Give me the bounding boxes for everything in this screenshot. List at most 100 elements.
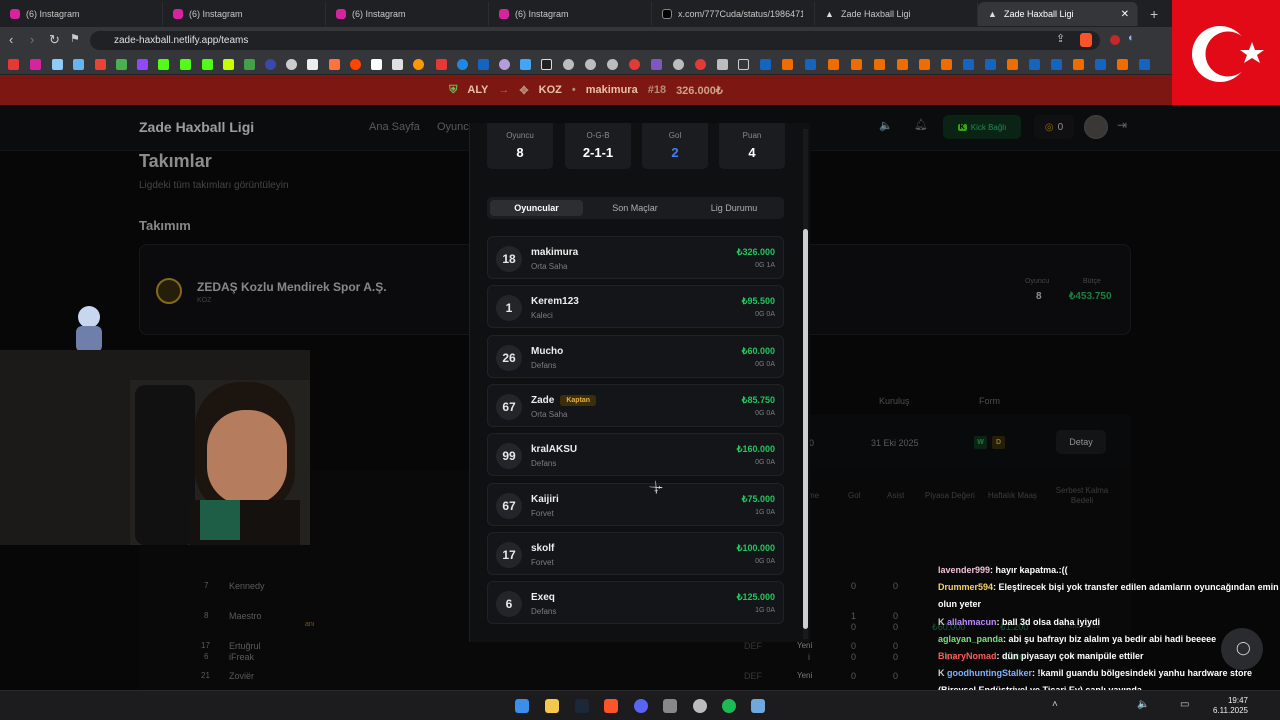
bookmark-icon[interactable] bbox=[782, 59, 793, 70]
bookmark-icon[interactable] bbox=[1007, 59, 1018, 70]
bookmark-icon[interactable] bbox=[30, 59, 41, 70]
bookmark-icon[interactable] bbox=[413, 59, 424, 70]
new-tab-button[interactable]: + bbox=[1140, 2, 1164, 26]
brave-shield-icon[interactable] bbox=[1080, 33, 1092, 47]
bookmark-icon[interactable] bbox=[371, 59, 382, 70]
instagram-icon bbox=[336, 9, 346, 19]
bookmark-icon[interactable] bbox=[520, 59, 531, 70]
browser-tab[interactable]: (6) Instagram bbox=[163, 2, 326, 26]
bookmark-icon[interactable] bbox=[1051, 59, 1062, 70]
bookmark-icon[interactable] bbox=[805, 59, 816, 70]
app-icon[interactable] bbox=[751, 699, 765, 713]
bookmark-icon[interactable] bbox=[563, 59, 574, 70]
bookmark-icon[interactable] bbox=[478, 59, 489, 70]
bookmark-icon[interactable] bbox=[116, 59, 127, 70]
player-card[interactable]: 67 Kaijiri Forvet ₺75.000 1G 0A bbox=[487, 483, 784, 526]
bookmark-icon[interactable] bbox=[158, 59, 169, 70]
player-number: 1 bbox=[496, 295, 522, 321]
bookmark-icon[interactable] bbox=[651, 59, 662, 70]
steam-icon[interactable] bbox=[575, 699, 589, 713]
url-field[interactable]: zade-haxball.netlify.app/teams bbox=[90, 31, 1100, 50]
bookmark-icon[interactable]: ⚑ bbox=[70, 32, 80, 45]
bookmark-icon[interactable] bbox=[985, 59, 996, 70]
chat-bubble-button[interactable]: ◯ bbox=[1221, 628, 1263, 670]
bookmark-icon[interactable] bbox=[350, 59, 361, 70]
browser-tab[interactable]: x.com/777Cuda/status/19864714218 bbox=[652, 2, 815, 26]
browser-tab[interactable]: (6) Instagram bbox=[0, 2, 163, 26]
folder-icon[interactable] bbox=[738, 59, 749, 70]
share-icon[interactable]: ⇪ bbox=[1056, 32, 1065, 45]
bookmark-icon[interactable] bbox=[1117, 59, 1128, 70]
windows-start-icon[interactable] bbox=[515, 699, 529, 713]
bookmark-icon[interactable] bbox=[1139, 59, 1150, 70]
volume-icon[interactable]: 🔈 bbox=[1137, 699, 1149, 710]
bookmark-icon[interactable] bbox=[223, 59, 234, 70]
brave-icon[interactable] bbox=[604, 699, 618, 713]
bookmark-icon[interactable] bbox=[307, 59, 318, 70]
bookmark-icon[interactable] bbox=[874, 59, 885, 70]
bookmark-icon[interactable] bbox=[760, 59, 771, 70]
player-card[interactable]: 1 Kerem123 Kaleci ₺95.500 0G 0A bbox=[487, 285, 784, 328]
player-card[interactable]: 26 Mucho Defans ₺60.000 0G 0A bbox=[487, 335, 784, 378]
bookmark-icon[interactable] bbox=[541, 59, 552, 70]
bookmark-icon[interactable] bbox=[8, 59, 19, 70]
browser-tab-active[interactable]: ▲ Zade Haxball Ligi ✕ bbox=[978, 2, 1138, 26]
bookmark-icon[interactable] bbox=[1073, 59, 1084, 70]
forward-icon[interactable]: › bbox=[30, 32, 34, 47]
player-card[interactable]: 17 skolf Forvet ₺100.000 0G 0A bbox=[487, 532, 784, 575]
bookmark-icon[interactable] bbox=[585, 59, 596, 70]
bookmark-icon[interactable] bbox=[73, 59, 84, 70]
bookmark-icon[interactable] bbox=[1029, 59, 1040, 70]
app-icon[interactable] bbox=[693, 699, 707, 713]
bookmark-icon[interactable] bbox=[1095, 59, 1106, 70]
bookmark-icon[interactable] bbox=[828, 59, 839, 70]
discord-icon[interactable] bbox=[634, 699, 648, 713]
bookmark-icon[interactable] bbox=[919, 59, 930, 70]
bookmark-icon[interactable] bbox=[695, 59, 706, 70]
bookmark-icon[interactable] bbox=[717, 59, 728, 70]
bookmark-icon[interactable] bbox=[897, 59, 908, 70]
bookmark-icon[interactable] bbox=[180, 59, 191, 70]
reload-icon[interactable]: ↻ bbox=[49, 32, 60, 48]
bookmark-icon[interactable] bbox=[629, 59, 640, 70]
spotify-icon[interactable] bbox=[722, 699, 736, 713]
bookmark-icon[interactable] bbox=[457, 59, 468, 70]
bookmark-icon[interactable] bbox=[286, 59, 297, 70]
bookmark-icon[interactable] bbox=[436, 59, 447, 70]
bookmark-icon[interactable] bbox=[392, 59, 403, 70]
browser-tab[interactable]: ▲ Zade Haxball Ligi bbox=[815, 2, 978, 26]
bookmark-icon[interactable] bbox=[244, 59, 255, 70]
modal-scrollbar[interactable] bbox=[803, 129, 808, 639]
app-icon[interactable] bbox=[663, 699, 677, 713]
close-tab-icon[interactable]: ✕ bbox=[1121, 9, 1129, 20]
bookmark-icon[interactable] bbox=[963, 59, 974, 70]
player-card[interactable]: 67 Zade Kaptan Orta Saha ₺85.750 0G 0A bbox=[487, 384, 784, 427]
bookmark-icon[interactable] bbox=[202, 59, 213, 70]
chevron-up-icon[interactable]: ˄ bbox=[1052, 699, 1058, 710]
bookmark-icon[interactable] bbox=[329, 59, 340, 70]
bookmark-icon[interactable] bbox=[851, 59, 862, 70]
player-card[interactable]: 6 Exeq Defans ₺125.000 1G 0A bbox=[487, 581, 784, 624]
tab-players[interactable]: Oyuncular bbox=[490, 200, 583, 216]
player-card[interactable]: 18 makimura Orta Saha ₺326.000 0G 1A bbox=[487, 236, 784, 279]
extension-icon[interactable] bbox=[1110, 35, 1120, 45]
extension-icon[interactable]: ◐ bbox=[1128, 32, 1135, 44]
tab-recent-matches[interactable]: Son Maçlar bbox=[587, 200, 683, 216]
system-clock[interactable]: 19:47 6.11.2025 bbox=[1213, 696, 1248, 716]
network-icon[interactable]: ▭ bbox=[1180, 699, 1189, 710]
bookmark-icon[interactable] bbox=[265, 59, 276, 70]
bookmark-icon[interactable] bbox=[673, 59, 684, 70]
browser-tab[interactable]: (6) Instagram bbox=[489, 2, 652, 26]
file-explorer-icon[interactable] bbox=[545, 699, 559, 713]
bookmark-icon[interactable] bbox=[95, 59, 106, 70]
browser-tab[interactable]: (6) Instagram bbox=[326, 2, 489, 26]
back-icon[interactable]: ‹ bbox=[9, 32, 13, 47]
tab-league-standing[interactable]: Lig Durumu bbox=[687, 200, 781, 216]
bookmark-icon[interactable] bbox=[137, 59, 148, 70]
bookmark-icon[interactable] bbox=[941, 59, 952, 70]
bookmark-icon[interactable] bbox=[607, 59, 618, 70]
scrollbar-thumb[interactable] bbox=[803, 229, 808, 629]
bookmark-icon[interactable] bbox=[52, 59, 63, 70]
player-card[interactable]: 99 kralAKSU Defans ₺160.000 0G 0A bbox=[487, 433, 784, 476]
bookmark-icon[interactable] bbox=[499, 59, 510, 70]
